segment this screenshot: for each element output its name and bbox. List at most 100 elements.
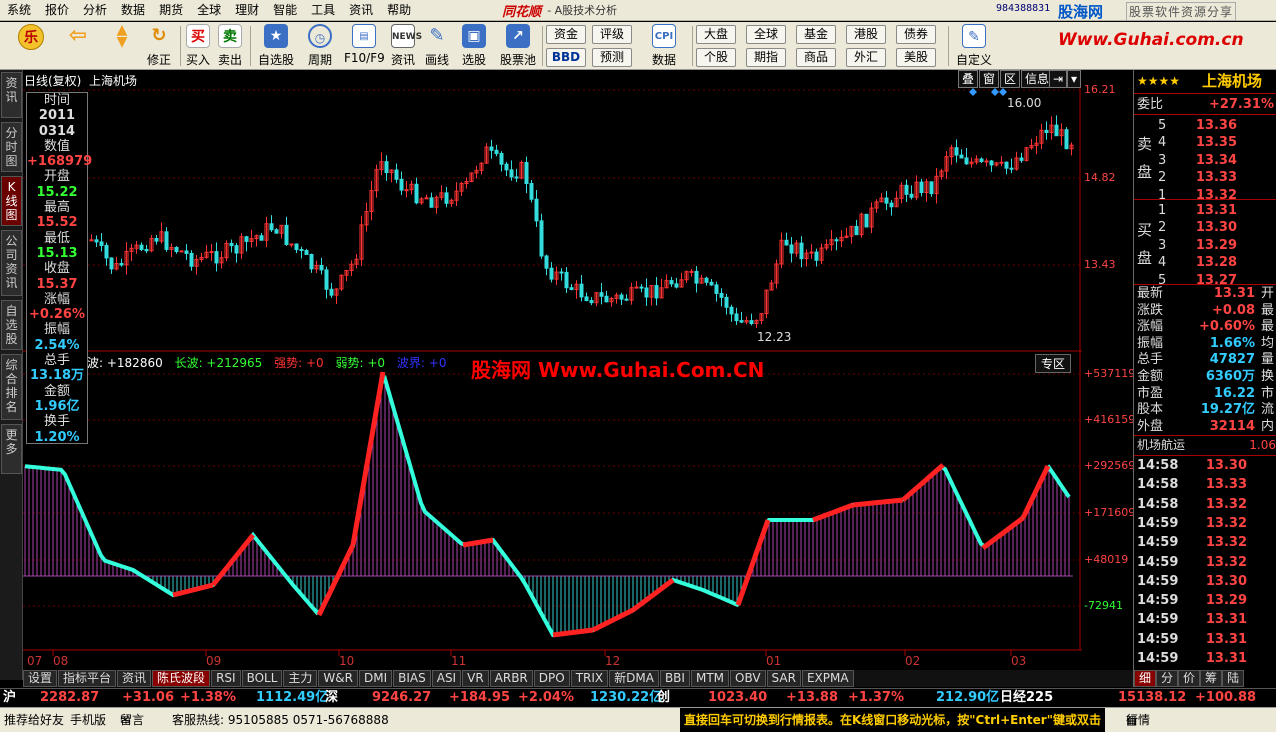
menu-futures[interactable]: 期货: [152, 0, 190, 21]
range-button[interactable]: 区: [1000, 70, 1021, 88]
market-button[interactable]: 大盘: [696, 25, 736, 44]
indicator-tab[interactable]: EXPMA: [801, 670, 854, 687]
back-button[interactable]: ⇦: [58, 24, 98, 68]
watchlist-label: 自选股: [257, 53, 294, 67]
data-button[interactable]: CPI 数据: [644, 24, 684, 68]
bond-button[interactable]: 债券: [896, 25, 936, 44]
sell-button[interactable]: 卖 卖出: [216, 24, 244, 68]
arrow-button[interactable]: ⇥: [1049, 70, 1068, 88]
candle-body: [179, 250, 184, 253]
indicator-tab[interactable]: 设置: [23, 670, 58, 687]
indicator-tab[interactable]: ASI: [431, 670, 462, 687]
window-button[interactable]: 窗: [979, 70, 1000, 88]
buy-icon: 买: [186, 24, 210, 48]
menu-help[interactable]: 帮助: [380, 0, 418, 21]
indicator-tab[interactable]: BBI: [659, 670, 690, 687]
fund-button[interactable]: 基金: [796, 25, 836, 44]
ticker-item: +31.06: [122, 690, 175, 705]
dropdown-button[interactable]: ▾: [1067, 70, 1082, 88]
indicator-tab[interactable]: DMI: [358, 670, 393, 687]
home-button[interactable]: 乐: [14, 24, 48, 68]
quote-tab[interactable]: 筹: [1200, 670, 1223, 687]
quote-tab[interactable]: 陆: [1222, 670, 1245, 687]
indicator-tab[interactable]: 陈氏波段: [152, 670, 211, 687]
bbd-button[interactable]: BBD: [546, 48, 586, 67]
menu-analysis[interactable]: 分析: [76, 0, 114, 21]
vtab-company-news[interactable]: 公司资讯: [1, 230, 22, 296]
indicator-tab[interactable]: 主力: [283, 670, 318, 687]
vtab-kline[interactable]: K线图: [1, 176, 22, 226]
kline-chart-area[interactable]: 日线(复权) 上海机场 叠 窗 区 信息 ⇥ ▾ 16.00 12.23 波: …: [23, 70, 1082, 670]
info-value: 15.37: [36, 276, 78, 292]
quote-tab[interactable]: 细: [1134, 670, 1157, 687]
menu-news[interactable]: 资讯: [342, 0, 380, 21]
single-stock-button[interactable]: 个股: [696, 48, 736, 67]
vtab-more[interactable]: 更多: [1, 424, 22, 474]
indicator-tab[interactable]: RSI: [211, 670, 241, 687]
menu-system[interactable]: 系统: [0, 0, 38, 21]
news-button[interactable]: NEWS 资讯: [388, 24, 422, 68]
candle-body: [979, 158, 984, 163]
stock-screen-button[interactable]: ▣ 选股: [456, 24, 492, 68]
forex-button[interactable]: 外汇: [846, 48, 886, 67]
quote-tab[interactable]: 分: [1156, 670, 1179, 687]
us-stock-button[interactable]: 美股: [896, 48, 936, 67]
indicator-tab[interactable]: BOLL: [241, 670, 283, 687]
commodity-button[interactable]: 商品: [796, 48, 836, 67]
menu-tools[interactable]: 工具: [304, 0, 342, 21]
info-value: 2011: [38, 108, 76, 124]
sector-row[interactable]: 机场航运 1.06: [1134, 436, 1276, 455]
indicator-tab[interactable]: TRIX: [570, 670, 609, 687]
quote-stat-row: 外盘 32114 内: [1134, 417, 1276, 436]
tick-time: 14:58: [1137, 458, 1179, 473]
indicator-tab[interactable]: MTM: [690, 670, 730, 687]
hk-stock-button[interactable]: 港股: [846, 25, 886, 44]
mobile-link[interactable]: 手机版: [70, 708, 106, 732]
index-futures-button[interactable]: 期指: [746, 48, 786, 67]
indicator-tab[interactable]: VR: [462, 670, 489, 687]
indicator-tab[interactable]: 新DMA: [609, 670, 659, 687]
info-value: 1.96亿: [34, 398, 80, 414]
candle-body: [784, 239, 789, 246]
ticker-item: +13.88: [786, 690, 839, 705]
indicator-tab[interactable]: ARBR: [489, 670, 533, 687]
indicator-tab[interactable]: W&R: [318, 670, 358, 687]
menu-global[interactable]: 全球: [190, 0, 228, 21]
indicator-tab[interactable]: DPO: [533, 670, 570, 687]
f10-button[interactable]: ▤ F10/F9: [344, 24, 385, 68]
tick-row: 14:59 13.29: [1134, 591, 1276, 610]
menu-finance[interactable]: 理财: [228, 0, 266, 21]
menu-smart[interactable]: 智能: [266, 0, 304, 21]
capital-button[interactable]: 资金: [546, 25, 586, 44]
tick-row: 14:59 13.32: [1134, 514, 1276, 533]
refresh-button[interactable]: ↻ 修正: [142, 24, 176, 68]
zone-button[interactable]: 专区: [1035, 354, 1072, 373]
vtab-ranking[interactable]: 综合排名: [1, 354, 22, 420]
vtab-intraday[interactable]: 分时图: [1, 122, 22, 172]
period-button[interactable]: ◷ 周期: [302, 24, 338, 68]
quote-tab[interactable]: 价: [1178, 670, 1201, 687]
indicator-tab[interactable]: 指标平台: [58, 670, 117, 687]
tick-time: 14:59: [1137, 573, 1179, 589]
vtab-watchlist[interactable]: 自选股: [1, 300, 22, 350]
page-updown-button[interactable]: ▲ ▼: [108, 23, 136, 68]
indicator-tab[interactable]: BIAS: [393, 670, 431, 687]
indicator-tab[interactable]: SAR: [766, 670, 801, 687]
ticker-item: +1.38%: [180, 690, 236, 705]
draw-line-button[interactable]: ✎ 画线: [422, 24, 452, 68]
menu-quote[interactable]: 报价: [38, 0, 76, 21]
sell-order-row: 2 13.33: [1134, 168, 1276, 187]
recommend-link[interactable]: 推荐给好友: [4, 708, 64, 732]
watchlist-button[interactable]: ★ 自选股: [256, 24, 296, 68]
menu-data[interactable]: 数据: [114, 0, 152, 21]
rating-button[interactable]: 评级: [592, 25, 632, 44]
customize-button[interactable]: ✎ 自定义: [952, 24, 996, 68]
indicator-tab[interactable]: 资讯: [117, 670, 152, 687]
buy-button[interactable]: 买 买入: [184, 24, 212, 68]
indicator-tab[interactable]: OBV: [730, 670, 766, 687]
overlay-button[interactable]: 叠: [958, 70, 979, 88]
forecast-button[interactable]: 预测: [592, 48, 632, 67]
vtab-news[interactable]: 资讯: [1, 72, 22, 118]
stock-pool-button[interactable]: ↗ 股票池: [498, 24, 538, 68]
global-button[interactable]: 全球: [746, 25, 786, 44]
